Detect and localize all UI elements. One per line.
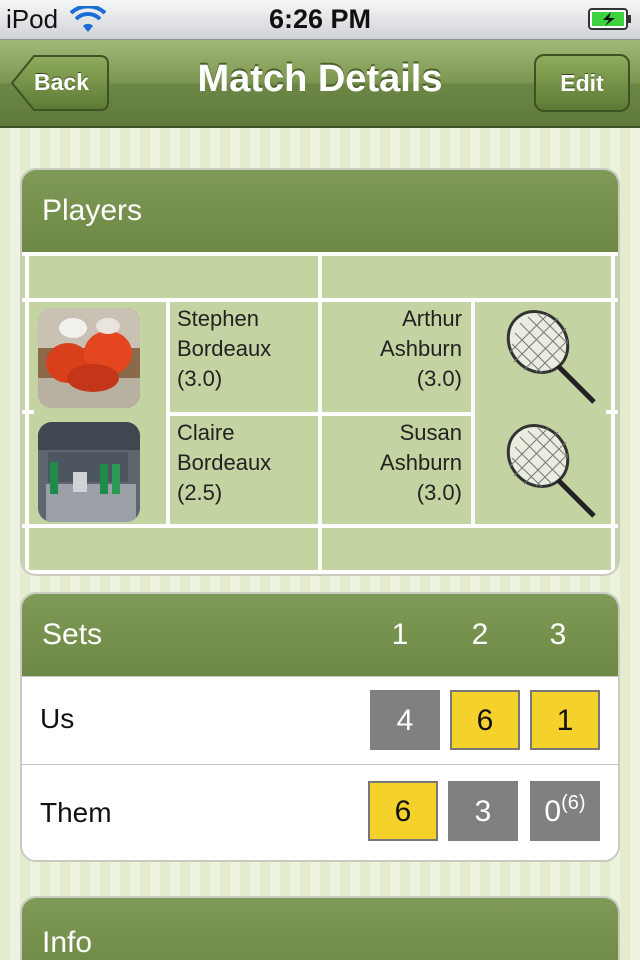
set-row-them[interactable]: Them 6 3 0(6) [22, 764, 618, 860]
player-rating: (2.5) [177, 480, 223, 505]
score-them-set-3: 0(6) [530, 781, 600, 841]
players-card: Players Stephen Bordeaux (3.0) Arthur As… [20, 168, 620, 576]
tennis-racket-icon [506, 424, 596, 518]
player-rating: (3.0) [416, 366, 462, 391]
set-column-1: 1 [391, 618, 409, 651]
tiebreak-score: (6) [561, 792, 586, 814]
score-them-set-2: 3 [448, 781, 518, 841]
player-last-name: Ashburn [380, 336, 462, 361]
info-header: Info [22, 898, 618, 960]
player-first-name: Stephen [177, 306, 259, 331]
player-us-1: Stephen Bordeaux (3.0) [177, 304, 271, 394]
player-them-2: Susan Ashburn (3.0) [380, 418, 462, 508]
info-card: Info [20, 896, 620, 960]
players-header: Players [22, 170, 618, 252]
players-court: Stephen Bordeaux (3.0) Arthur Ashburn (3… [22, 252, 618, 574]
set-row-us[interactable]: Us 4 6 1 [22, 676, 618, 764]
tennis-racket-icon [506, 310, 596, 404]
score-us-set-2: 6 [450, 690, 520, 750]
set-column-2: 2 [471, 618, 489, 651]
player-first-name: Claire [177, 420, 235, 445]
status-bar: iPod 6:26 PM [0, 0, 640, 40]
sets-card: Sets 1 2 3 Us 4 6 1 Them 6 3 0(6) [20, 592, 620, 862]
edit-button[interactable]: Edit [534, 54, 630, 112]
player-rating: (3.0) [416, 480, 462, 505]
player-last-name: Ashburn [380, 450, 462, 475]
battery-icon [588, 8, 631, 30]
players-header-label: Players [42, 194, 143, 227]
player-photo-claire [38, 422, 140, 522]
score-us-set-1: 4 [370, 690, 440, 750]
player-them-1: Arthur Ashburn (3.0) [380, 304, 462, 394]
set-column-3: 3 [549, 618, 567, 651]
status-time: 6:26 PM [268, 4, 372, 34]
score-them-set-1: 6 [368, 781, 438, 841]
navigation-bar: Back Match Details Edit [0, 40, 640, 128]
player-rating: (3.0) [177, 366, 223, 391]
player-last-name: Bordeaux [177, 336, 272, 361]
player-first-name: Susan [399, 420, 462, 445]
player-us-2: Claire Bordeaux (2.5) [177, 418, 271, 508]
sets-header-label: Sets [42, 618, 103, 651]
player-last-name: Bordeaux [177, 450, 272, 475]
team-label-us: Us [40, 703, 75, 734]
player-photo-stephen [38, 308, 140, 408]
sets-header: Sets 1 2 3 [22, 594, 618, 676]
score-us-set-3: 1 [530, 690, 600, 750]
info-header-label: Info [42, 926, 93, 959]
team-label-them: Them [40, 797, 112, 828]
score-value: 0 [544, 795, 562, 828]
player-first-name: Arthur [402, 306, 462, 331]
